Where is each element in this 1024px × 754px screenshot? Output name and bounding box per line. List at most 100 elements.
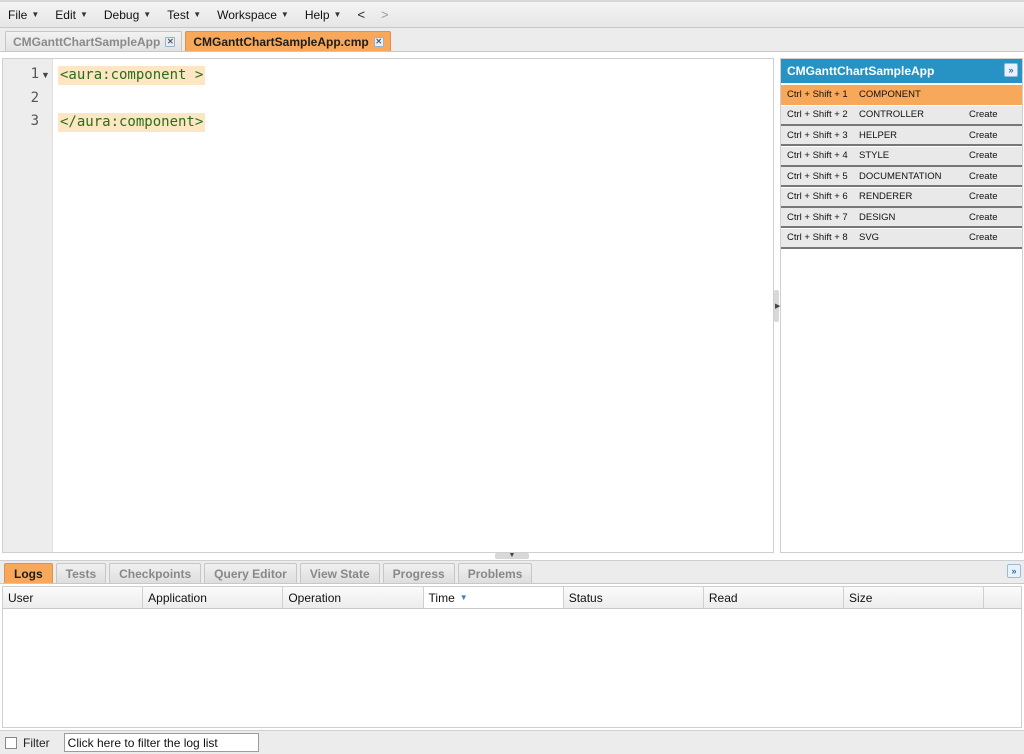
bundle-item-design[interactable]: Ctrl + Shift + 7 DESIGN Create <box>781 208 1022 228</box>
caret-down-icon: ▼ <box>143 10 152 19</box>
bundle-item-name: COMPONENT <box>859 88 921 100</box>
create-link[interactable]: Create <box>969 109 1009 120</box>
bundle-item-helper[interactable]: Ctrl + Shift + 3 HELPER Create <box>781 126 1022 146</box>
bundle-item-component[interactable]: Ctrl + Shift + 1 COMPONENT <box>781 85 1022 105</box>
bundle-item-name: HELPER <box>859 129 898 141</box>
menu-workspace-label: Workspace <box>217 7 277 22</box>
column-header-application[interactable]: Application <box>143 587 284 608</box>
file-tab-app[interactable]: CMGanttChartSampleApp ✕ <box>5 31 183 51</box>
column-header-user[interactable]: User <box>3 587 144 608</box>
column-header-operation[interactable]: Operation <box>283 587 424 608</box>
tab-progress[interactable]: Progress <box>382 563 455 583</box>
bundle-item-shortcut: Ctrl + Shift + 5 <box>787 170 848 182</box>
panel-splitter-handle[interactable]: ▶ <box>774 290 780 322</box>
bundle-item-shortcut: Ctrl + Shift + 4 <box>787 150 848 161</box>
column-header-label: Status <box>568 590 603 605</box>
column-header-label: Operation <box>288 590 342 605</box>
bundle-item-shortcut: Ctrl + Shift + 8 <box>787 232 848 243</box>
bundle-item-documentation[interactable]: Ctrl + Shift + 5 DOCUMENTATION Create <box>781 167 1022 187</box>
tab-query-editor[interactable]: Query Editor <box>204 563 297 583</box>
caret-down-icon: ▼ <box>31 10 40 19</box>
column-header-label: User <box>8 590 34 605</box>
fold-arrow-icon[interactable]: ▼ <box>41 70 50 80</box>
tab-checkpoints[interactable]: Checkpoints <box>109 563 202 583</box>
bundle-item-name: DESIGN <box>859 211 896 223</box>
create-link[interactable]: Create <box>969 130 1009 141</box>
bottom-tab-bar: Logs Tests Checkpoints Query Editor View… <box>0 560 1024 584</box>
filter-bar: Filter <box>0 730 1024 754</box>
bundle-item-shortcut: Ctrl + Shift + 3 <box>787 129 848 141</box>
column-header-size[interactable]: Size <box>844 587 985 608</box>
column-header-time[interactable]: Time ▼ <box>423 587 564 608</box>
nav-back-button[interactable]: < <box>357 7 365 22</box>
file-tab-bar: CMGanttChartSampleApp ✕ CMGanttChartSamp… <box>0 28 1024 52</box>
file-tab-label: CMGanttChartSampleApp <box>13 34 161 49</box>
close-icon[interactable]: ✕ <box>373 36 384 47</box>
bundle-panel-title: CMGanttChartSampleApp <box>787 64 935 78</box>
bundle-item-renderer[interactable]: Ctrl + Shift + 6 RENDERER Create <box>781 187 1022 208</box>
log-table-header: User Application Operation Time ▼ Status … <box>3 587 1021 609</box>
create-link[interactable]: Create <box>969 232 1009 243</box>
bundle-item-name: SVG <box>859 232 880 243</box>
code-editor[interactable]: 1 ▼ 2 3 <aura:component > </aura:compone… <box>2 58 774 553</box>
bundle-item-list: Ctrl + Shift + 1 COMPONENT Ctrl + Shift … <box>781 85 1022 249</box>
filter-label: Filter <box>23 735 50 750</box>
tab-view-state[interactable]: View State <box>299 563 380 583</box>
filter-input[interactable] <box>63 733 259 752</box>
caret-down-icon: ▼ <box>280 10 289 19</box>
bundle-item-style[interactable]: Ctrl + Shift + 4 STYLE Create <box>781 146 1022 167</box>
filter-checkbox[interactable] <box>5 736 17 749</box>
bundle-panel: CMGanttChartSampleApp » Ctrl + Shift + 1… <box>780 58 1023 553</box>
bundle-item-shortcut: Ctrl + Shift + 6 <box>787 191 848 202</box>
tab-tests[interactable]: Tests <box>55 563 107 583</box>
code-line[interactable]: <aura:component > <box>58 66 206 85</box>
menu-edit[interactable]: Edit ▼ <box>55 8 88 22</box>
column-header-status[interactable]: Status <box>564 587 704 608</box>
menu-edit-label: Edit <box>55 7 76 22</box>
double-chevron-right-icon[interactable]: » <box>1004 63 1018 77</box>
menu-debug[interactable]: Debug ▼ <box>104 8 151 22</box>
menu-test-label: Test <box>167 7 190 22</box>
bundle-item-shortcut: Ctrl + Shift + 2 <box>787 109 848 120</box>
log-table: User Application Operation Time ▼ Status … <box>2 586 1022 728</box>
bottom-splitter-handle[interactable]: ▼ <box>495 552 529 559</box>
column-header-label: Read <box>708 590 738 605</box>
column-header-read[interactable]: Read <box>704 587 845 608</box>
menu-test[interactable]: Test ▼ <box>167 8 201 22</box>
create-link[interactable]: Create <box>969 212 1009 223</box>
menu-help[interactable]: Help ▼ <box>305 8 342 22</box>
close-icon[interactable]: ✕ <box>165 36 176 47</box>
line-gutter: 1 ▼ 2 3 <box>3 59 53 552</box>
menu-debug-label: Debug <box>103 7 140 22</box>
menu-workspace[interactable]: Workspace ▼ <box>217 8 289 22</box>
bundle-item-shortcut: Ctrl + Shift + 1 <box>787 88 848 100</box>
bundle-item-name: CONTROLLER <box>859 109 924 120</box>
sort-descending-icon: ▼ <box>459 593 468 602</box>
menu-bar: File ▼ Edit ▼ Debug ▼ Test ▼ Workspace ▼ Help… <box>0 0 1024 28</box>
caret-down-icon: ▼ <box>333 10 342 19</box>
nav-forward-button[interactable]: > <box>381 7 389 22</box>
column-header-spacer <box>984 587 1021 608</box>
collapse-arrow-icon: ▼ <box>508 552 516 559</box>
file-tab-cmp[interactable]: CMGanttChartSampleApp.cmp ✕ <box>185 31 391 51</box>
bundle-item-svg[interactable]: Ctrl + Shift + 8 SVG Create <box>781 228 1022 249</box>
file-tab-label: CMGanttChartSampleApp.cmp <box>193 34 369 49</box>
create-link[interactable]: Create <box>969 171 1009 182</box>
column-header-label: Application <box>148 590 207 605</box>
code-line[interactable]: </aura:component> <box>58 113 206 132</box>
create-link[interactable]: Create <box>969 191 1009 202</box>
caret-down-icon: ▼ <box>79 10 88 19</box>
menu-file-label: File <box>8 7 28 22</box>
tab-problems[interactable]: Problems <box>457 563 533 583</box>
line-number: 3 <box>30 113 39 129</box>
caret-down-icon: ▼ <box>193 10 202 19</box>
menu-help-label: Help <box>304 7 330 22</box>
bundle-item-name: RENDERER <box>859 191 913 202</box>
tab-logs[interactable]: Logs <box>4 563 53 583</box>
column-header-label: Time <box>428 590 455 605</box>
bundle-item-controller[interactable]: Ctrl + Shift + 2 CONTROLLER Create <box>781 105 1022 126</box>
double-chevron-down-icon[interactable]: » <box>1007 564 1021 578</box>
bundle-item-shortcut: Ctrl + Shift + 7 <box>787 211 848 223</box>
create-link[interactable]: Create <box>969 150 1009 161</box>
menu-file[interactable]: File ▼ <box>8 8 39 22</box>
